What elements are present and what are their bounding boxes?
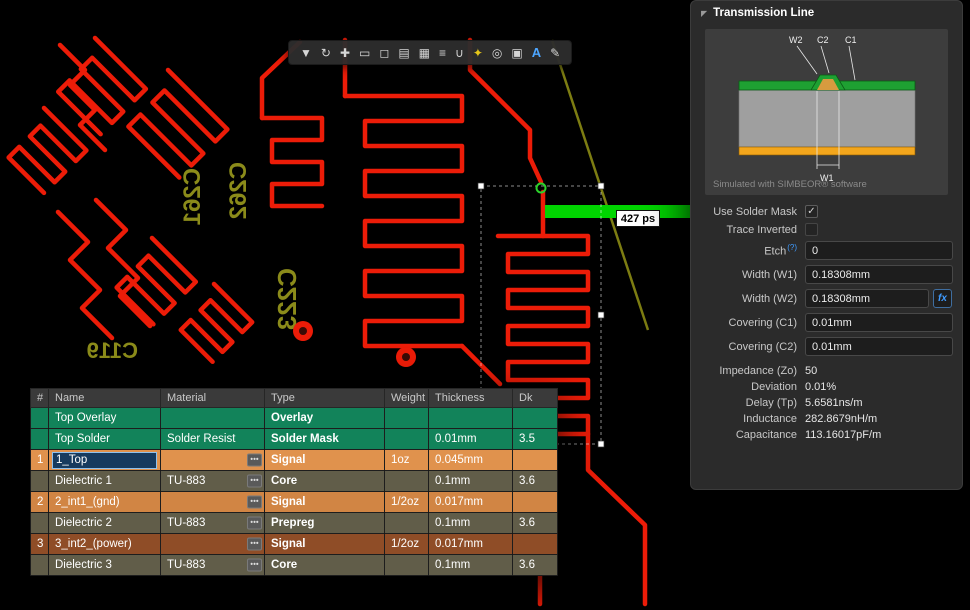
covering-c2-input[interactable] (805, 337, 953, 356)
table-row[interactable]: Dielectric 1 TU-883 ••• Core 0.1mm 3.6 (31, 471, 558, 492)
trace-inverted-row: Trace Inverted (701, 223, 952, 236)
substrate-layer (739, 90, 915, 147)
grid-chart-icon[interactable]: ▦ (419, 47, 430, 59)
width-w2-row: Width (W2) fx (701, 289, 952, 308)
net-delay-badge: 427 ps (616, 210, 660, 227)
table-row[interactable]: 3 3_int2_(power) ••• Signal 1/2oz 0.017m… (31, 534, 558, 555)
material-picker-button[interactable]: ••• (247, 454, 262, 467)
width-w1-label: Width (W1) (701, 269, 797, 281)
table-row[interactable]: 1 1_Top ••• Signal 1oz 0.045mm (31, 450, 558, 471)
col-header-material: Material (161, 389, 265, 408)
inductance-row: Inductance 282.8679nH/m (701, 413, 952, 425)
material-picker-button[interactable]: ••• (247, 517, 262, 530)
capacitance-value: 113.16017pF/m (805, 429, 881, 441)
fx-formula-button[interactable]: fx (933, 289, 952, 308)
image-icon[interactable]: ▣ (511, 47, 522, 59)
covering-c2-label: Covering (C2) (701, 341, 797, 353)
lasso-select-icon[interactable]: ↻ (321, 47, 331, 59)
collapse-arrow-icon[interactable]: ◤ (701, 9, 707, 18)
selection-handle[interactable] (478, 183, 484, 189)
pcb-editor-window: C261 C262 C223 C119 (0, 0, 970, 610)
table-row[interactable]: Top Overlay Overlay (31, 408, 558, 429)
silkscreen-label: C119 (87, 338, 138, 363)
covering-c2-row: Covering (C2) (701, 337, 952, 356)
impedance-value: 50 (805, 365, 817, 377)
col-header-name: Name (49, 389, 161, 408)
silkscreen-label: C223 (272, 268, 302, 330)
capacitance-row: Capacitance 113.16017pF/m (701, 429, 952, 441)
deviation-value: 0.01% (805, 381, 836, 393)
covering-c1-input[interactable] (805, 313, 953, 332)
silkscreen: C261 C262 C223 C119 (87, 40, 648, 363)
dim-label-c1: C1 (845, 35, 857, 45)
table-row[interactable]: Dielectric 3 TU-883 ••• Core 0.1mm 3.6 (31, 555, 558, 576)
highlight-icon[interactable]: ✦ (473, 47, 483, 59)
delay-row: Delay (Tp) 5.6581ns/m (701, 397, 952, 409)
selection-handle[interactable] (598, 441, 604, 447)
etch-hint[interactable]: (?) (787, 243, 797, 252)
stackup-cross-section: W2 C2 C1 W1 (705, 29, 950, 195)
silkscreen-label: C262 (225, 162, 252, 219)
material-picker-button[interactable]: ••• (247, 475, 262, 488)
table-header-row: # Name Material Type Weight Thickness Dk (31, 389, 558, 408)
material-picker-button[interactable]: ••• (247, 496, 262, 509)
delay-value: 5.6581ns/m (805, 397, 862, 409)
etch-input[interactable] (805, 241, 953, 260)
region-select-icon[interactable]: ▭ (359, 47, 370, 59)
width-w1-row: Width (W1) (701, 265, 952, 284)
col-header-dk: Dk (513, 389, 558, 408)
simbeor-watermark: Simulated with SIMBEOR® software (713, 179, 867, 190)
use-solder-mask-checkbox[interactable]: ✓ (805, 205, 818, 218)
deviation-row: Deviation 0.01% (701, 381, 952, 393)
layers-icon[interactable]: ▤ (398, 47, 409, 59)
magnet-snap-icon[interactable]: ∪ (455, 47, 464, 59)
target-icon[interactable]: ◎ (492, 47, 502, 59)
col-header-num: # (31, 389, 49, 408)
editor-toolbar: ▼ ↻ ✚ ▭ ◻ ▤ ▦ ≡ ∪ ✦ ◎ ▣ A ✎ (288, 40, 572, 65)
width-w2-input[interactable] (805, 289, 929, 308)
text-icon[interactable]: A (532, 46, 541, 59)
col-header-thickness: Thickness (429, 389, 513, 408)
transmission-line-panel: ◤ Transmission Line W2 (690, 0, 963, 490)
inductance-value: 282.8679nH/m (805, 413, 877, 425)
covering-c1-row: Covering (C1) (701, 313, 952, 332)
col-header-weight: Weight (385, 389, 429, 408)
dim-label-c2: C2 (817, 35, 829, 45)
layer-stackup-table: # Name Material Type Weight Thickness Dk… (30, 388, 558, 576)
move-icon[interactable]: ✚ (340, 47, 350, 59)
silkscreen-label: C261 (179, 168, 206, 225)
use-solder-mask-label: Use Solder Mask (701, 206, 797, 218)
material-picker-button[interactable]: ••• (247, 559, 262, 572)
table-row[interactable]: Dielectric 2 TU-883 ••• Prepreg 0.1mm 3.… (31, 513, 558, 534)
width-w2-label: Width (W2) (701, 293, 797, 305)
checkmark-icon: ✓ (807, 206, 815, 217)
filter-icon[interactable]: ▼ (300, 47, 312, 59)
layer-name-editor[interactable]: 1_Top (52, 452, 157, 469)
results-block: Impedance (Zo) 50 Deviation 0.01% Delay … (691, 365, 962, 441)
covering-c1-label: Covering (C1) (701, 317, 797, 329)
use-solder-mask-row: Use Solder Mask ✓ (701, 205, 952, 218)
trace-inverted-label: Trace Inverted (701, 224, 797, 236)
table-row[interactable]: Top Solder Solder Resist Solder Mask 0.0… (31, 429, 558, 450)
selection-handle[interactable] (598, 183, 604, 189)
panel-header: ◤ Transmission Line (691, 1, 962, 25)
pencil-icon[interactable]: ✎ (550, 47, 560, 59)
board-outline-icon[interactable]: ◻ (379, 47, 389, 59)
table-row[interactable]: 2 2_int1_(gnd) ••• Signal 1/2oz 0.017mm (31, 492, 558, 513)
impedance-row: Impedance (Zo) 50 (701, 365, 952, 377)
etch-row: Etch(?) (701, 241, 952, 260)
cross-section-diagram: W2 C2 C1 W1 Simulated with SIMBEOR® soft… (705, 29, 948, 195)
col-header-type: Type (265, 389, 385, 408)
dim-label-w2: W2 (789, 35, 803, 45)
list-icon[interactable]: ≡ (439, 47, 446, 59)
etch-label: Etch(?) (701, 243, 797, 258)
selection-handle[interactable] (598, 312, 604, 318)
width-w1-input[interactable] (805, 265, 953, 284)
trace-inverted-checkbox[interactable] (805, 223, 818, 236)
panel-title: Transmission Line (713, 7, 814, 19)
bottom-copper-layer (739, 147, 915, 155)
material-picker-button[interactable]: ••• (247, 538, 262, 551)
